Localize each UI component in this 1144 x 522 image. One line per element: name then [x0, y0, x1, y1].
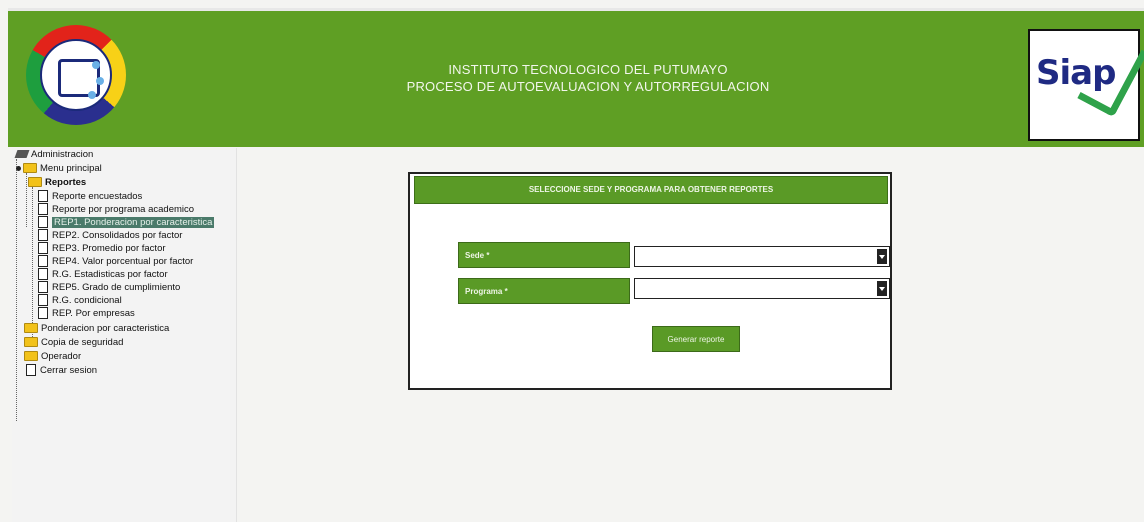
tree-item-menu-principal[interactable]: Menu principal	[16, 162, 102, 175]
institute-name: INSTITUTO TECNOLOGICO DEL PUTUMAYO	[448, 62, 728, 77]
tree-report-item[interactable]: REP4. Valor porcentual por factor	[38, 255, 193, 268]
header-banner: INSTITUTO TECNOLOGICO DEL PUTUMAYO PROCE…	[8, 8, 1144, 147]
document-icon	[38, 268, 48, 281]
tree-report-item[interactable]: R.G. Estadisticas por factor	[38, 268, 168, 281]
header-title: INSTITUTO TECNOLOGICO DEL PUTUMAYO PROCE…	[338, 61, 838, 95]
sede-label: Sede *	[458, 242, 630, 268]
tree-report-item[interactable]: R.G. condicional	[38, 294, 122, 307]
tree-report-item-selected[interactable]: REP1. Ponderacion por caracteristica	[38, 216, 215, 229]
form-title: SELECCIONE SEDE Y PROGRAMA PARA OBTENER …	[414, 176, 888, 204]
navigation-tree: Administracion Menu principal Reportes R…	[12, 148, 237, 522]
tree-report-item[interactable]: REP2. Consolidados por factor	[38, 229, 182, 242]
tree-root-administracion[interactable]: Administracion	[14, 148, 93, 161]
document-icon	[38, 216, 48, 229]
tree-item-ponderacion[interactable]: Ponderacion por caracteristica	[24, 322, 169, 335]
report-form: SELECCIONE SEDE Y PROGRAMA PARA OBTENER …	[408, 172, 892, 390]
sede-select[interactable]	[634, 246, 890, 267]
expand-icon[interactable]	[16, 165, 21, 171]
tree-item-copia-seguridad[interactable]: Copia de seguridad	[24, 336, 123, 349]
document-icon	[38, 229, 48, 242]
dropdown-arrow-icon[interactable]	[877, 281, 887, 296]
folder-icon	[23, 163, 37, 174]
tree-item-cerrar-sesion[interactable]: Cerrar sesion	[26, 364, 97, 377]
folder-icon	[24, 323, 38, 334]
document-icon	[38, 281, 48, 294]
root-folder-icon	[14, 150, 30, 159]
folder-icon	[24, 337, 38, 348]
process-name: PROCESO DE AUTOEVALUACION Y AUTORREGULAC…	[406, 79, 770, 94]
document-icon	[38, 307, 48, 320]
programa-select[interactable]	[634, 278, 890, 299]
document-icon	[38, 190, 48, 203]
tree-report-item[interactable]: REP. Por empresas	[38, 307, 135, 320]
document-icon	[38, 203, 48, 216]
siap-logo: Siap	[1028, 29, 1144, 141]
tree-report-item[interactable]: Reporte encuestados	[38, 190, 142, 203]
institute-logo	[26, 25, 126, 125]
folder-open-icon	[28, 177, 42, 188]
generar-reporte-button[interactable]: Generar reporte	[652, 326, 740, 352]
document-icon	[38, 242, 48, 255]
document-icon	[38, 255, 48, 268]
document-icon	[38, 294, 48, 307]
tree-report-item[interactable]: REP5. Grado de cumplimiento	[38, 281, 180, 294]
programa-label: Programa *	[458, 278, 630, 304]
tree-item-operador[interactable]: Operador	[24, 350, 81, 363]
tree-report-item[interactable]: REP3. Promedio por factor	[38, 242, 166, 255]
tree-item-reportes[interactable]: Reportes	[28, 176, 86, 189]
tree-report-item[interactable]: Reporte por programa academico	[38, 203, 194, 216]
dropdown-arrow-icon[interactable]	[877, 249, 887, 264]
document-icon	[26, 364, 36, 377]
folder-icon	[24, 351, 38, 362]
